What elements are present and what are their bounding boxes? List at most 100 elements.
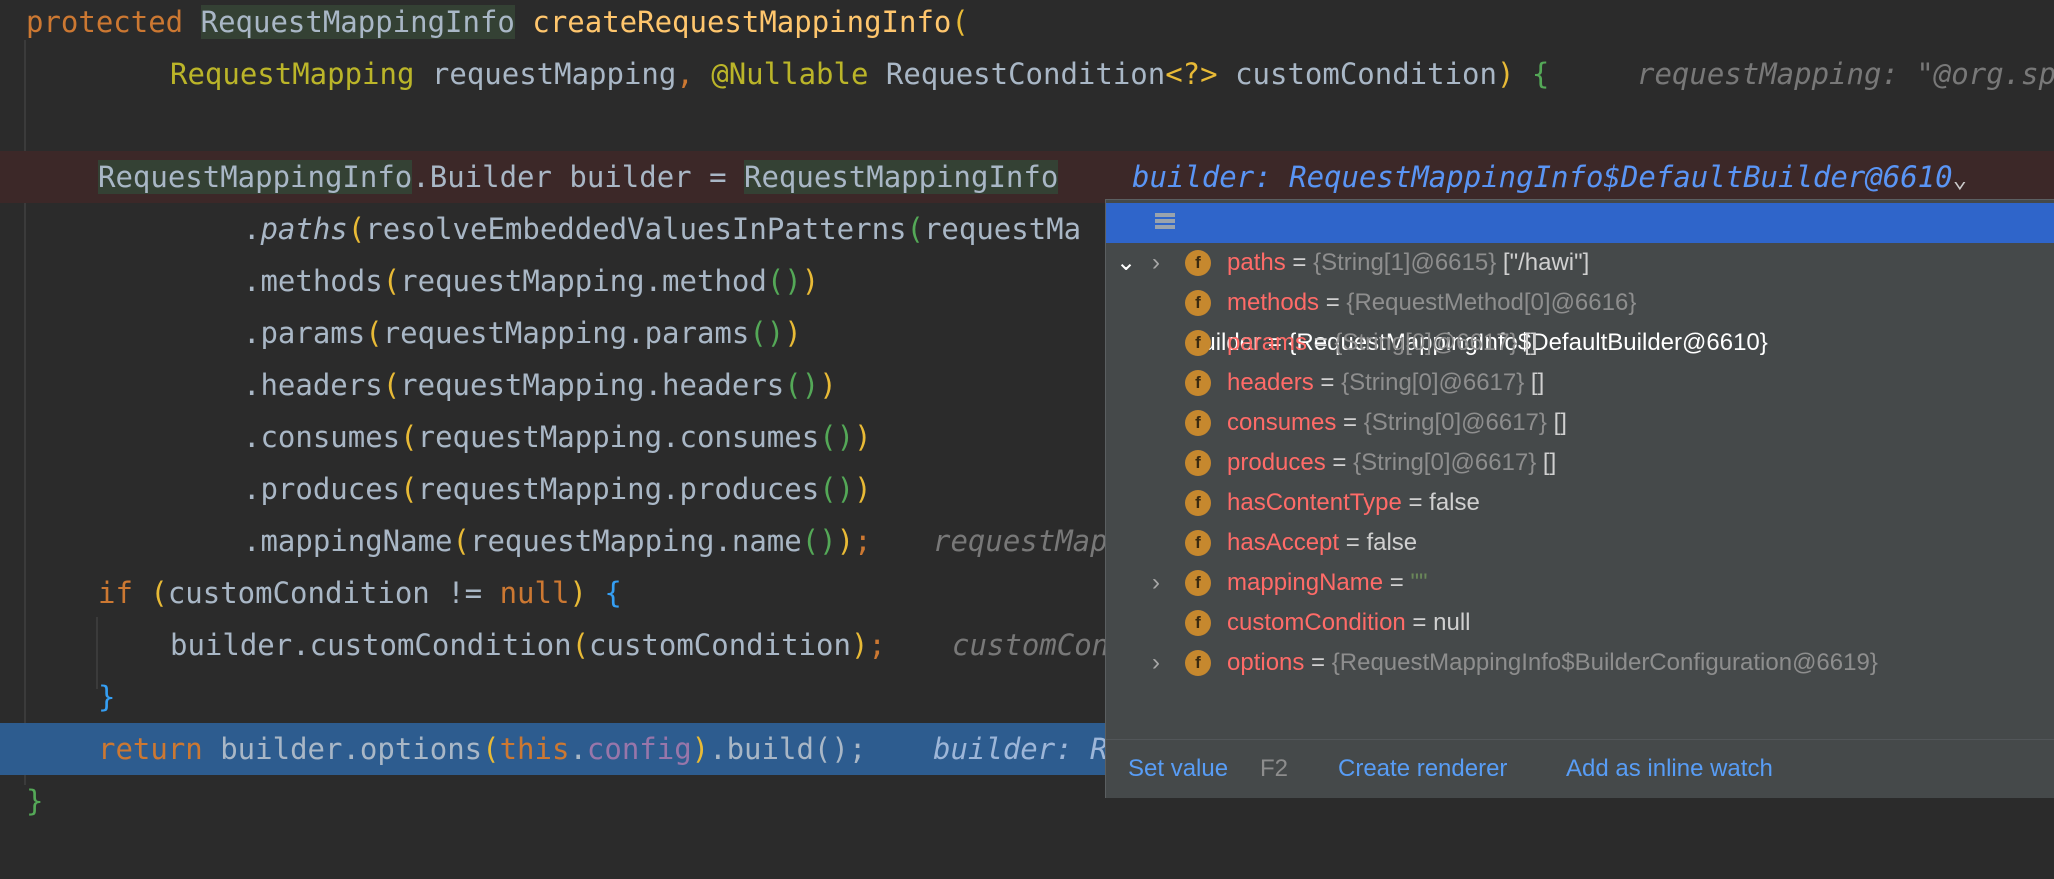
paren: ( [906, 212, 924, 246]
call-parens: () [819, 420, 855, 454]
build-call: .build(); [709, 732, 867, 766]
paren: ( [132, 576, 168, 610]
type-name-2: RequestMappingInfo [744, 160, 1059, 194]
produces-call: .produces [243, 472, 401, 506]
equals: = [1313, 369, 1342, 396]
builder-decl: .Builder builder = [412, 160, 745, 194]
keyword-protected: protected [26, 5, 184, 39]
semicolon: ; [868, 628, 886, 662]
nullable-annotation: @Nullable [711, 57, 869, 91]
paren: ) [836, 524, 855, 558]
equals: = [1336, 409, 1364, 436]
equals: = [1383, 569, 1411, 596]
builder-inline-hint[interactable]: builder: RequestMappingInfo$DefaultBuild… [1132, 160, 1953, 194]
field-ref: {String[0]@6617} [1341, 369, 1525, 396]
close-brace: } [98, 680, 116, 714]
field-row-methods[interactable]: f methods = {RequestMethod[0]@6616} [1106, 283, 2054, 323]
code-line-4: RequestMappingInfo.Builder builder = Req… [0, 151, 2054, 203]
field-row-hasAccept[interactable]: f hasAccept = false [1106, 523, 2054, 563]
field-value: [] [1517, 329, 1538, 356]
field-value: [] [1536, 449, 1557, 476]
field-row-options[interactable]: › f options = {RequestMappingInfo$BuilderC… [1106, 643, 2054, 683]
paths-method: paths [260, 212, 348, 246]
field-ref: {RequestMethod[0]@6616} [1346, 289, 1637, 316]
equals: = [1325, 449, 1354, 476]
field-row-paths[interactable]: › f paths = {String[1]@6615} ["/hawi"] [1106, 243, 2054, 283]
field-value: false [1366, 529, 1418, 556]
chevron-right-icon[interactable]: › [1144, 563, 1168, 603]
field-icon: f [1185, 610, 1211, 636]
paren: ) [819, 368, 837, 402]
field-row-hasContentType[interactable]: f hasContentType = false [1106, 483, 2054, 523]
param-name: requestMapping [414, 57, 677, 91]
generic: <?> [1165, 57, 1218, 91]
field-ref: {String[1]@6615} [1313, 249, 1497, 276]
field-value: [] [1546, 409, 1567, 436]
paren: ) [691, 732, 710, 766]
field-icon: f [1185, 290, 1211, 316]
dot: . [243, 212, 261, 246]
field-row-produces[interactable]: f produces = {String[0]@6617} [] [1106, 443, 2054, 483]
field-row-headers[interactable]: f headers = {String[0]@6617} [] [1106, 363, 2054, 403]
equals: = [1307, 329, 1335, 356]
inline-value-hint[interactable]: builder: R [933, 723, 1108, 775]
field-name: paths [1227, 249, 1286, 276]
create-renderer-link[interactable]: Create renderer [1338, 740, 1507, 798]
arg: requestMapping.name [469, 524, 802, 558]
field-value: false [1429, 489, 1480, 516]
field-name: produces [1227, 449, 1326, 476]
resolve-call: resolveEmbeddedValuesInPatterns [365, 212, 907, 246]
arg: requestMapping.consumes [417, 420, 820, 454]
chevron-down-icon[interactable]: ⌄ [1953, 165, 1967, 193]
open-brace: { [604, 576, 622, 610]
set-value-link[interactable]: Set value [1128, 740, 1228, 798]
return-type: RequestMappingInfo [200, 5, 515, 39]
arg: requestMapping.method [400, 264, 767, 298]
methods-call: .methods [243, 264, 383, 298]
field-name: options [1227, 649, 1305, 676]
add-inline-watch-link[interactable]: Add as inline watch [1566, 740, 1773, 798]
code-line-1: protected RequestMappingInfo createReque… [0, 0, 2054, 48]
arg: customCondition [589, 628, 851, 662]
field-icon: f [1185, 450, 1211, 476]
field-icon: f [1185, 410, 1211, 436]
headers-call: .headers [243, 368, 383, 402]
paren: ( [347, 212, 366, 246]
debug-inspect-popup: ⌄ builder = {RequestMappingInfo$DefaultB… [1105, 199, 2054, 798]
dot: . [569, 732, 587, 766]
paren: ( [452, 524, 470, 558]
field-name: params [1227, 329, 1308, 356]
chevron-right-icon[interactable]: › [1144, 643, 1168, 683]
arg: requestMapping.produces [417, 472, 820, 506]
call-parens: () [819, 472, 855, 506]
inline-value-hint[interactable]: customCon [952, 619, 1109, 671]
inline-value-hint[interactable]: requestMapping: "@org.sp [1637, 48, 2054, 100]
tree-root-builder[interactable]: ⌄ builder = {RequestMappingInfo$DefaultB… [1106, 203, 2054, 356]
field-row-mappingName[interactable]: › f mappingName = "" [1106, 563, 2054, 603]
field-icon: f [1185, 330, 1211, 356]
method-name: createRequestMappingInfo [532, 5, 952, 39]
chevron-right-icon[interactable]: › [1144, 243, 1168, 283]
field-icon: f [1185, 370, 1211, 396]
paren: ) [850, 628, 869, 662]
paren: ) [784, 316, 802, 350]
paren: ( [400, 472, 418, 506]
paren: ( [382, 368, 401, 402]
field-row-consumes[interactable]: f consumes = {String[0]@6617} [] [1106, 403, 2054, 443]
field-ref: {String[0]@6617} [1363, 409, 1547, 436]
equals: = [1304, 649, 1332, 676]
field-value: "" [1410, 569, 1428, 596]
semicolon: ; [854, 524, 872, 558]
equals: = [1285, 249, 1314, 276]
field-row-params[interactable]: f params = {String[0]@6617} [] [1106, 323, 2054, 363]
field-name: consumes [1227, 409, 1337, 436]
inline-value-hint[interactable]: requestMap [933, 515, 1108, 567]
paren: ) [801, 264, 820, 298]
field-row-customCondition[interactable]: f customCondition = null [1106, 603, 2054, 643]
field-ref: {RequestMappingInfo$BuilderConfiguration… [1331, 649, 1878, 676]
call-parens: () [749, 316, 785, 350]
paren: ( [365, 316, 383, 350]
paren: ( [400, 420, 418, 454]
paren: ( [951, 5, 969, 39]
call-parens: () [784, 368, 820, 402]
